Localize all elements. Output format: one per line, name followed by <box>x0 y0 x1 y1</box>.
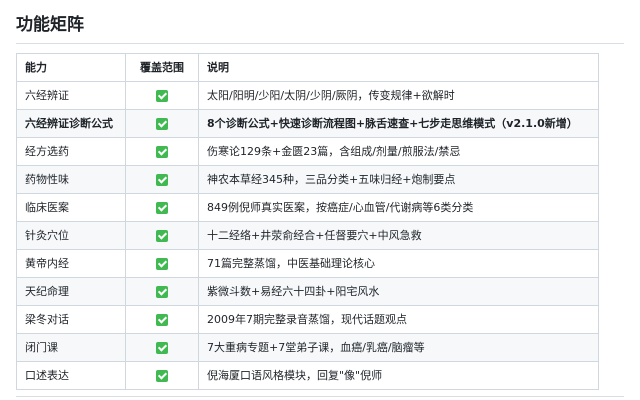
description-cell: 71篇完整蒸馏，中医基础理论核心 <box>198 249 599 278</box>
description-cell: 8个诊断公式+快速诊断流程图+脉舌速查+七步走思维模式（v2.1.0新增） <box>198 109 599 138</box>
check-box-icon <box>156 117 168 130</box>
table-row: 临床医案 849例倪师真实医案，按癌症/心血管/代谢病等6类分类 <box>16 193 599 222</box>
table-body: 六经辨证 太阳/阳明/少阳/太阴/少阴/厥阴，传变规律+欲解时六经辨证诊断公式 8个… <box>16 81 599 390</box>
coverage-cell <box>125 221 199 250</box>
table-row: 口述表达 倪海厦口语风格模块，回复"像"倪师 <box>16 361 599 390</box>
check-box-icon <box>156 285 168 298</box>
coverage-cell <box>125 305 199 334</box>
check-box-icon <box>156 201 168 214</box>
description-cell: 十二经络+井荥俞经合+任督要穴+中风急救 <box>198 221 599 250</box>
description-cell: 伤寒论129条+金匮23篇，含组成/剂量/煎服法/禁忌 <box>198 137 599 166</box>
coverage-cell <box>125 361 199 390</box>
capability-cell: 临床医案 <box>16 193 126 222</box>
table-row: 六经辨证 太阳/阳明/少阳/太阴/少阴/厥阴，传变规律+欲解时 <box>16 81 599 110</box>
table-row: 天纪命理 紫微斗数+易经六十四卦+阳宅风水 <box>16 277 599 306</box>
coverage-cell <box>125 109 199 138</box>
bottom-divider <box>16 396 624 397</box>
coverage-cell <box>125 333 199 362</box>
header-description: 说明 <box>198 53 599 82</box>
description-cell: 神农本草经345种，三品分类+五味归经+炮制要点 <box>198 165 599 194</box>
capability-cell: 针灸穴位 <box>16 221 126 250</box>
table-row: 六经辨证诊断公式 8个诊断公式+快速诊断流程图+脉舌速查+七步走思维模式（v2.1… <box>16 109 599 138</box>
table-row: 梁冬对话 2009年7期完整录音蒸馏，现代话题观点 <box>16 305 599 334</box>
table-header-row: 能力 覆盖范围 说明 <box>16 53 599 82</box>
capability-cell: 药物性味 <box>16 165 126 194</box>
capability-cell: 经方选药 <box>16 137 126 166</box>
feature-matrix-table: 能力 覆盖范围 说明 六经辨证 太阳/阳明/少阳/太阴/少阴/厥阴，传变规律+欲解… <box>16 53 599 390</box>
table-row: 针灸穴位 十二经络+井荥俞经合+任督要穴+中风急救 <box>16 221 599 250</box>
capability-cell: 黄帝内经 <box>16 249 126 278</box>
coverage-cell <box>125 193 199 222</box>
check-box-icon <box>156 229 168 242</box>
capability-cell: 闭门课 <box>16 333 126 362</box>
description-cell: 2009年7期完整录音蒸馏，现代话题观点 <box>198 305 599 334</box>
coverage-cell <box>125 81 199 110</box>
header-capability: 能力 <box>16 53 126 82</box>
table-row: 药物性味 神农本草经345种，三品分类+五味归经+炮制要点 <box>16 165 599 194</box>
header-coverage: 覆盖范围 <box>125 53 199 82</box>
heading-divider <box>16 43 624 44</box>
capability-cell: 六经辨证 <box>16 81 126 110</box>
check-box-icon <box>156 313 168 326</box>
description-cell: 849例倪师真实医案，按癌症/心血管/代谢病等6类分类 <box>198 193 599 222</box>
capability-cell: 六经辨证诊断公式 <box>16 109 126 138</box>
description-cell: 太阳/阳明/少阳/太阴/少阴/厥阴，传变规律+欲解时 <box>198 81 599 110</box>
coverage-cell <box>125 277 199 306</box>
check-box-icon <box>156 257 168 270</box>
check-box-icon <box>156 369 168 382</box>
table-row: 闭门课 7大重病专题+7堂弟子课，血癌/乳癌/脑瘤等 <box>16 333 599 362</box>
capability-cell: 天纪命理 <box>16 277 126 306</box>
table-row: 经方选药 伤寒论129条+金匮23篇，含组成/剂量/煎服法/禁忌 <box>16 137 599 166</box>
check-box-icon <box>156 145 168 158</box>
description-cell: 7大重病专题+7堂弟子课，血癌/乳癌/脑瘤等 <box>198 333 599 362</box>
capability-cell: 梁冬对话 <box>16 305 126 334</box>
description-cell: 倪海厦口语风格模块，回复"像"倪师 <box>198 361 599 390</box>
capability-cell: 口述表达 <box>16 361 126 390</box>
table-row: 黄帝内经 71篇完整蒸馏，中医基础理论核心 <box>16 249 599 278</box>
section-heading: 功能矩阵 <box>16 15 84 35</box>
check-box-icon <box>156 89 168 102</box>
description-cell: 紫微斗数+易经六十四卦+阳宅风水 <box>198 277 599 306</box>
coverage-cell <box>125 137 199 166</box>
check-box-icon <box>156 341 168 354</box>
coverage-cell <box>125 165 199 194</box>
check-box-icon <box>156 173 168 186</box>
coverage-cell <box>125 249 199 278</box>
